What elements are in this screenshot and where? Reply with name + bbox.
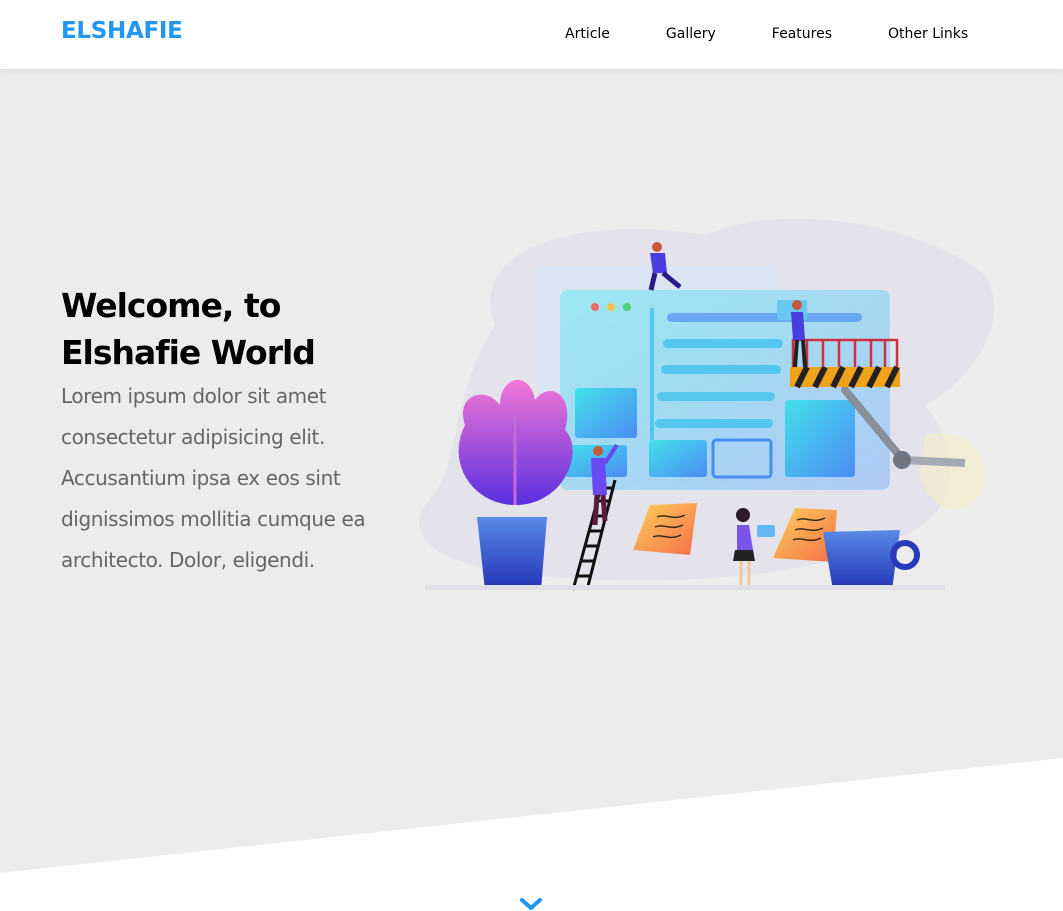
hero-title-line-1: Welcome, to: [61, 286, 281, 325]
hero-text: Welcome, to Elshafie World Lorem ipsum d…: [61, 282, 401, 581]
nav-link-features[interactable]: Features: [744, 0, 860, 69]
site-logo[interactable]: ELSHAFIE: [61, 18, 183, 44]
nav-link-gallery[interactable]: Gallery: [638, 0, 744, 69]
hero-title: Welcome, to Elshafie World: [61, 282, 401, 376]
hero-bottom-divider: [0, 758, 1063, 911]
site-header: ELSHAFIE Article Gallery Features Other …: [0, 0, 1063, 69]
hero-description: Lorem ipsum dolor sit amet consectetur a…: [61, 384, 366, 572]
nav-link-other-links[interactable]: Other Links: [860, 0, 968, 69]
chevron-down-icon[interactable]: [519, 897, 543, 911]
hero-title-line-2: Elshafie World: [61, 333, 316, 372]
hero-illustration: [419, 218, 995, 591]
main-nav: Article Gallery Features Other Links: [537, 0, 968, 69]
nav-link-article[interactable]: Article: [537, 0, 638, 69]
